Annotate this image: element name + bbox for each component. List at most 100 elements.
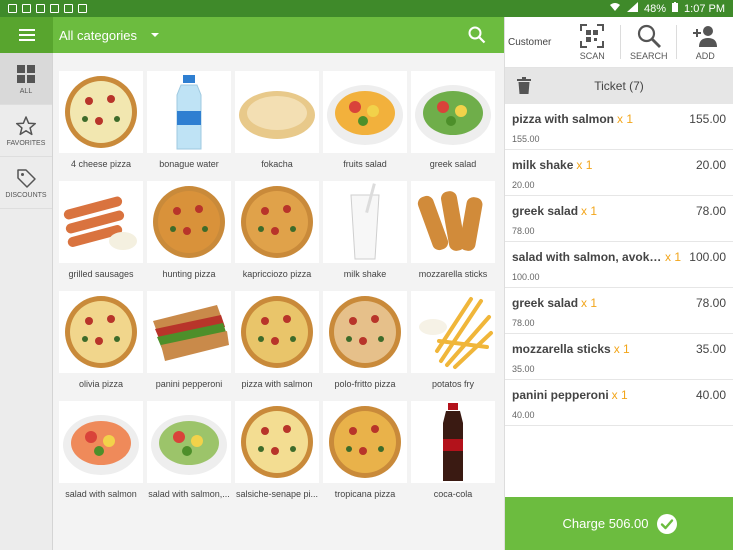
- search-icon: [637, 24, 661, 48]
- product-tile[interactable]: salsiche-senape pi...: [235, 401, 319, 499]
- notification-icon: [22, 4, 31, 13]
- product-name: polo-fritto pizza: [334, 379, 396, 389]
- product-tile[interactable]: coca-cola: [411, 401, 495, 499]
- ticket-line-name: greek salad: [512, 204, 579, 218]
- notification-icon: [36, 4, 45, 13]
- product-name: olivia pizza: [78, 379, 124, 389]
- product-image: [59, 401, 143, 483]
- product-image: [323, 181, 407, 263]
- product-image: [59, 291, 143, 373]
- sidebar-item-all[interactable]: ALL: [0, 53, 52, 105]
- product-image: [147, 291, 231, 373]
- product-name: tropicana pizza: [334, 489, 396, 499]
- product-image: [411, 401, 495, 483]
- ticket-line-total: 100.00: [689, 250, 726, 264]
- product-name: 4 cheese pizza: [70, 159, 132, 169]
- product-name: mozzarella sticks: [418, 269, 488, 279]
- product-name: fruits salad: [343, 159, 387, 169]
- sidebar-item-label: FAVORITES: [6, 139, 46, 147]
- product-tile[interactable]: hunting pizza: [147, 181, 231, 279]
- product-image: [411, 291, 495, 373]
- product-name: fokacha: [261, 159, 293, 169]
- sidebar: ALL FAVORITES DISCOUNTS: [0, 53, 53, 550]
- ticket-line-name: salad with salmon, avokado...: [512, 250, 662, 264]
- product-name: hunting pizza: [162, 269, 216, 279]
- ticket-line[interactable]: greek salad x 1 78.00 78.00: [505, 196, 733, 242]
- product-name: panini pepperoni: [155, 379, 223, 389]
- product-tile[interactable]: panini pepperoni: [147, 291, 231, 389]
- product-tile[interactable]: polo-fritto pizza: [323, 291, 407, 389]
- product-name: grilled sausages: [68, 269, 134, 279]
- product-tile[interactable]: salad with salmon: [59, 401, 143, 499]
- hamburger-icon: [18, 29, 35, 41]
- ticket-line-name: pizza with salmon: [512, 112, 615, 126]
- ticket-line-total: 78.00: [695, 204, 726, 218]
- product-tile[interactable]: grilled sausages: [59, 181, 143, 279]
- ticket-toolbar: Customer SCAN SEARCH ADD: [505, 17, 733, 68]
- ticket-line-qty: x 1: [611, 388, 628, 402]
- ticket-line[interactable]: mozzarella sticks x 1 35.00 35.00: [505, 334, 733, 380]
- wifi-icon: [609, 2, 621, 15]
- search-button-label: SEARCH: [629, 51, 668, 61]
- product-image: [235, 291, 319, 373]
- scan-button[interactable]: SCAN: [565, 17, 621, 68]
- ticket-line-qty: x 1: [665, 250, 682, 264]
- product-tile[interactable]: fruits salad: [323, 71, 407, 169]
- ticket-line[interactable]: salad with salmon, avokado...x 1 100.00 10…: [505, 242, 733, 288]
- qr-scan-icon: [580, 24, 605, 48]
- add-person-icon: [693, 26, 718, 47]
- clock: 1:07 PM: [684, 2, 725, 15]
- sidebar-item-discounts[interactable]: DISCOUNTS: [0, 157, 52, 209]
- ticket-line[interactable]: milk shake x 1 20.00 20.00: [505, 150, 733, 196]
- product-tile[interactable]: fokacha: [235, 71, 319, 169]
- ticket-line-price: 100.00: [512, 272, 540, 282]
- status-bar: 48% 1:07 PM: [0, 0, 733, 17]
- product-grid: 4 cheese pizza bonague water fokacha fruits…: [53, 53, 504, 550]
- add-customer-button[interactable]: ADD: [677, 17, 733, 68]
- product-tile[interactable]: potatos fry: [411, 291, 495, 389]
- product-image: [235, 401, 319, 483]
- category-dropdown[interactable]: All categories: [53, 28, 160, 43]
- trash-icon[interactable]: [517, 77, 531, 94]
- product-image: [59, 181, 143, 263]
- notification-icon: [50, 4, 59, 13]
- product-tile[interactable]: salad with salmon,...: [147, 401, 231, 499]
- ticket-line-price: 78.00: [512, 226, 535, 236]
- search-icon[interactable]: [468, 26, 486, 44]
- customer-button[interactable]: Customer: [505, 37, 565, 48]
- star-icon: [15, 115, 37, 135]
- ticket-panel: Customer SCAN SEARCH ADD Ticket (7) pizz…: [504, 17, 733, 550]
- battery-icon: [672, 2, 679, 15]
- ticket-line[interactable]: greek salad x 1 78.00 78.00: [505, 288, 733, 334]
- product-name: milk shake: [343, 269, 387, 279]
- product-tile[interactable]: pizza with salmon: [235, 291, 319, 389]
- charge-button[interactable]: Charge 506.00: [505, 497, 733, 550]
- product-name: coca-cola: [433, 489, 473, 499]
- product-image: [411, 181, 495, 263]
- product-tile[interactable]: olivia pizza: [59, 291, 143, 389]
- ticket-line[interactable]: panini pepperoni x 1 40.00 40.00: [505, 380, 733, 426]
- ticket-line-price: 35.00: [512, 364, 535, 374]
- ticket-line-total: 40.00: [695, 388, 726, 402]
- product-image: [235, 181, 319, 263]
- product-tile[interactable]: 4 cheese pizza: [59, 71, 143, 169]
- product-tile[interactable]: milk shake: [323, 181, 407, 279]
- ticket-line-qty: x 1: [581, 296, 598, 310]
- menu-button[interactable]: [0, 17, 53, 53]
- sidebar-item-favorites[interactable]: FAVORITES: [0, 105, 52, 157]
- product-image: [147, 181, 231, 263]
- product-image: [323, 71, 407, 153]
- product-tile[interactable]: bonague water: [147, 71, 231, 169]
- product-tile[interactable]: greek salad: [411, 71, 495, 169]
- product-name: potatos fry: [431, 379, 475, 389]
- ticket-line-name: milk shake: [512, 158, 574, 172]
- product-tile[interactable]: mozzarella sticks: [411, 181, 495, 279]
- search-button[interactable]: SEARCH: [621, 17, 677, 68]
- ticket-line[interactable]: pizza with salmon x 1 155.00 155.00: [505, 104, 733, 150]
- product-tile[interactable]: kapricciozo pizza: [235, 181, 319, 279]
- product-tile[interactable]: tropicana pizza: [323, 401, 407, 499]
- notification-icon: [8, 4, 17, 13]
- ticket-line-total: 20.00: [695, 158, 726, 172]
- battery-level: 48%: [644, 2, 667, 15]
- ticket-line-qty: x 1: [581, 204, 598, 218]
